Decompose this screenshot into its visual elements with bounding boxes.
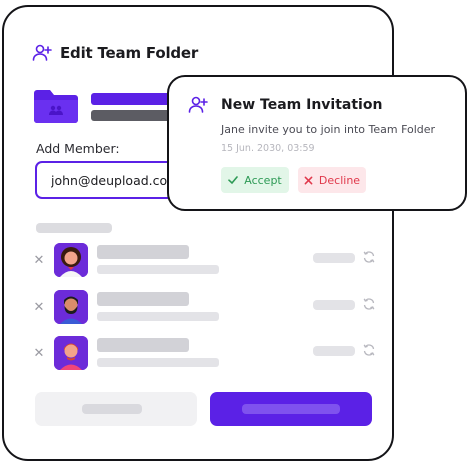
add-member-input[interactable] [35, 161, 185, 199]
panel-title: Edit Team Folder [60, 44, 199, 62]
member-row: ✕ [32, 290, 378, 326]
member-row: ✕ [32, 243, 378, 279]
save-button[interactable] [210, 392, 372, 426]
member-role-placeholder [313, 300, 355, 310]
refresh-icon[interactable] [362, 250, 376, 264]
cancel-label-placeholder [82, 404, 142, 414]
panel-header: Edit Team Folder [32, 43, 198, 63]
member-name-placeholder [97, 338, 189, 352]
man-avatar [54, 336, 88, 370]
invitation-message: Jane invite you to join into Team Folder [221, 123, 436, 136]
refresh-icon[interactable] [362, 297, 376, 311]
member-name-placeholder [97, 292, 189, 306]
close-icon[interactable]: ✕ [32, 346, 46, 362]
close-icon[interactable]: ✕ [32, 253, 46, 269]
woman-avatar [54, 243, 88, 277]
members-heading-placeholder [36, 223, 112, 233]
cancel-button[interactable] [35, 392, 197, 426]
close-icon [304, 176, 313, 184]
close-icon[interactable]: ✕ [32, 300, 46, 316]
folder-meta-placeholder [91, 110, 171, 121]
member-role-placeholder [313, 346, 355, 356]
decline-button[interactable]: Decline [298, 167, 366, 193]
member-name-placeholder [97, 245, 189, 259]
member-email-placeholder [97, 358, 219, 367]
accept-button[interactable]: Accept [221, 167, 289, 193]
invitation-notification: New Team Invitation Jane invite you to j… [167, 75, 467, 211]
edit-team-folder-panel: Edit Team Folder Add Member: ✕ [2, 5, 394, 461]
check-icon [228, 176, 239, 185]
refresh-icon[interactable] [362, 343, 376, 357]
bearded-man-avatar [54, 290, 88, 324]
save-label-placeholder [242, 404, 340, 414]
invitation-timestamp: 15 Jun. 2030, 03:59 [221, 143, 315, 154]
folder-name-placeholder [91, 93, 171, 105]
folder-icon [34, 90, 78, 123]
accept-label: Accept [244, 173, 282, 187]
add-member-label: Add Member: [36, 141, 120, 156]
member-row: ✕ [32, 336, 378, 372]
decline-label: Decline [318, 173, 361, 187]
member-email-placeholder [97, 312, 219, 321]
invitation-title: New Team Invitation [221, 97, 383, 113]
member-role-placeholder [313, 253, 355, 263]
member-email-placeholder [97, 265, 219, 274]
user-plus-icon [32, 44, 52, 61]
user-plus-icon [188, 96, 208, 113]
